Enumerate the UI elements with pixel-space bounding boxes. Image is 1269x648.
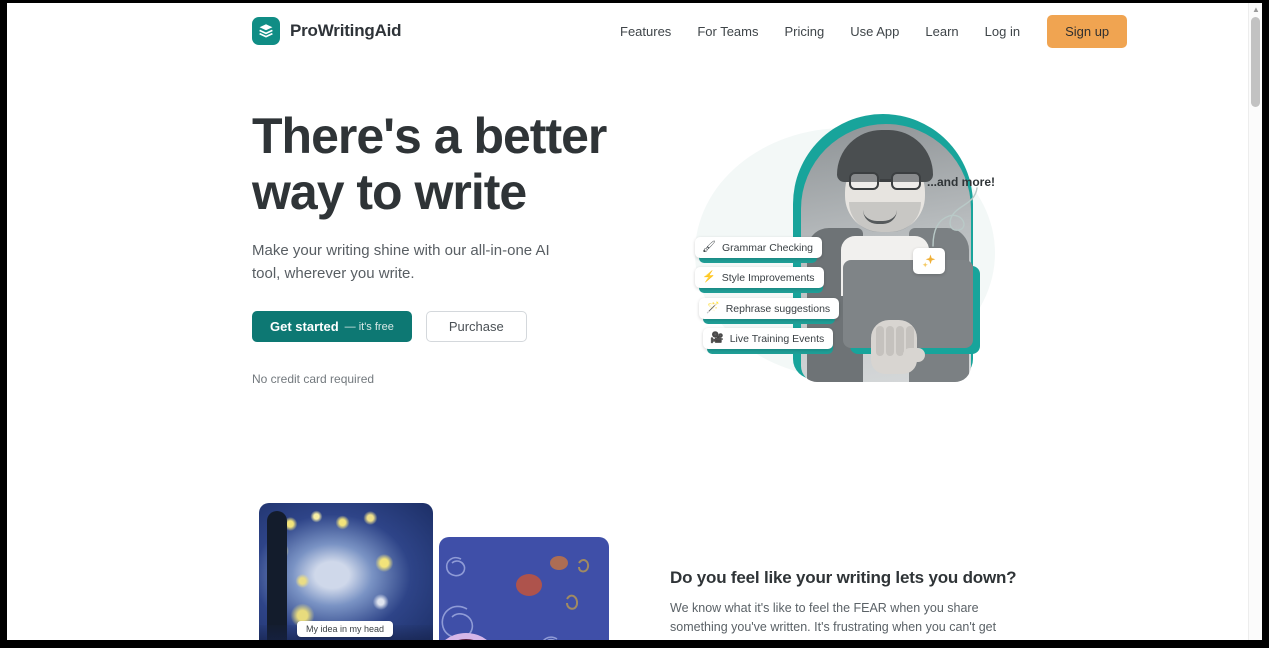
video-camera-icon: 🎥 xyxy=(710,332,724,344)
pill-label-live: Live Training Events xyxy=(729,332,825,345)
magic-wand-icon: 🪄 xyxy=(706,302,720,314)
site-header: ProWritingAid Features For Teams Pricing… xyxy=(7,3,1255,60)
thumb xyxy=(903,348,925,362)
get-started-label: Get started xyxy=(270,319,339,334)
nav-item-log-in[interactable]: Log in xyxy=(972,18,1033,45)
curly-connector-line xyxy=(932,187,978,247)
nav-item-pricing[interactable]: Pricing xyxy=(771,18,837,45)
nav-item-for-teams[interactable]: For Teams xyxy=(684,18,771,45)
lower-section-title: Do you feel like your writing lets you d… xyxy=(670,568,1017,587)
purchase-button[interactable]: Purchase xyxy=(425,311,527,342)
no-credit-card-note: No credit card required xyxy=(252,372,375,386)
starry-caption-label: My idea in my head xyxy=(297,621,394,637)
brand-logo[interactable]: ProWritingAid xyxy=(252,17,402,45)
hero-cta-group: Get started — it's free Purchase xyxy=(252,311,527,342)
pill-style-improvements: ⚡ Style Improvements xyxy=(695,267,824,288)
main-navigation: Features For Teams Pricing Use App Learn… xyxy=(607,15,1128,48)
hero-illustration: ...and more! 🖌 Grammar Checking ⚡ Style … xyxy=(675,108,1025,398)
lightning-bolt-icon: ⚡ xyxy=(702,271,716,283)
vertical-scrollbar[interactable]: ▲ xyxy=(1248,3,1262,640)
sign-up-button[interactable]: Sign up xyxy=(1047,15,1128,48)
nav-item-features[interactable]: Features xyxy=(607,18,684,45)
pill-label-rephrase: Rephrase suggestions xyxy=(725,302,831,315)
hero-title: There's a better way to write xyxy=(252,108,607,220)
brand-name: ProWritingAid xyxy=(290,21,402,40)
scroll-up-arrow-icon[interactable]: ▲ xyxy=(1251,5,1261,15)
get-started-button[interactable]: Get started — it's free xyxy=(252,311,412,342)
cypress-tree xyxy=(267,511,287,640)
get-started-sublabel: — it's free xyxy=(344,320,394,333)
lower-section-body: We know what it's like to feel the FEAR … xyxy=(670,601,997,640)
blue-sketch-panel xyxy=(439,537,609,640)
pill-live-training-events: 🎥 Live Training Events xyxy=(703,328,834,349)
pill-grammar-checking: 🖌 Grammar Checking xyxy=(695,237,822,258)
hero-subtitle: Make your writing shine with our all-in-… xyxy=(252,242,550,282)
pill-rephrase-suggestions: 🪄 Rephrase suggestions xyxy=(699,298,840,319)
scrollbar-thumb[interactable] xyxy=(1251,17,1260,107)
glasses-icon xyxy=(847,172,923,190)
starry-night-painting xyxy=(259,503,433,640)
pill-label-grammar: Grammar Checking xyxy=(721,241,813,254)
pill-label-style: Style Improvements xyxy=(721,271,815,284)
nav-item-learn[interactable]: Learn xyxy=(912,18,971,45)
sketch-swirls-icon xyxy=(441,556,590,640)
lower-copy-block: Do you feel like your writing lets you d… xyxy=(670,568,1020,640)
feather-pen-icon: 🖌 xyxy=(702,241,716,253)
prowritingaid-book-logo-icon xyxy=(252,17,280,45)
page-canvas: ProWritingAid Features For Teams Pricing… xyxy=(7,3,1255,640)
starry-night-illustration: My idea in my head xyxy=(259,503,609,640)
nav-item-use-app[interactable]: Use App xyxy=(837,18,912,45)
hand xyxy=(871,320,917,374)
sparkles-icon xyxy=(913,248,945,274)
browser-viewport: ProWritingAid Features For Teams Pricing… xyxy=(7,3,1262,640)
